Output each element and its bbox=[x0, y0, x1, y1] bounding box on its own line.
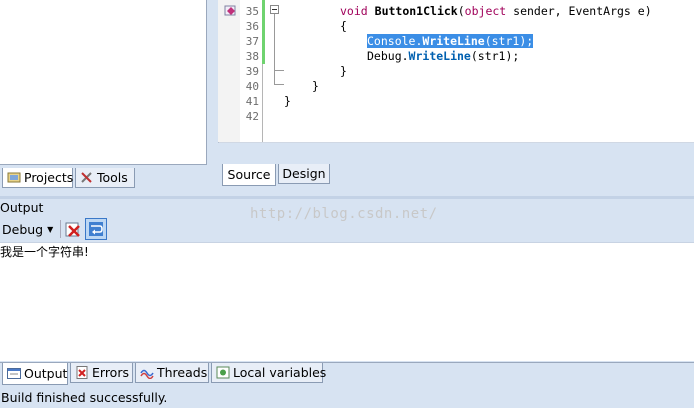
tab-projects-label: Projects bbox=[24, 170, 74, 185]
tab-errors[interactable]: Errors bbox=[70, 363, 133, 383]
fold-guide-end bbox=[274, 84, 284, 85]
output-source-value: Debug bbox=[2, 221, 44, 237]
code-line-41: } bbox=[284, 94, 291, 108]
errors-icon bbox=[75, 366, 89, 379]
project-tree-panel[interactable] bbox=[0, 0, 207, 165]
line-number: 38 bbox=[245, 50, 259, 63]
left-panel-tabs: Projects Tools bbox=[0, 168, 212, 192]
tab-local-variables-label: Local variables bbox=[233, 365, 327, 380]
fold-toggle[interactable] bbox=[270, 5, 279, 14]
clear-output-button[interactable] bbox=[64, 219, 84, 239]
editor-gutter[interactable] bbox=[218, 0, 240, 142]
line-number: 42 bbox=[245, 110, 259, 123]
output-text-area[interactable] bbox=[0, 242, 694, 361]
word-wrap-icon bbox=[89, 222, 103, 236]
tab-errors-label: Errors bbox=[92, 365, 129, 380]
output-icon bbox=[7, 367, 21, 380]
clear-output-icon bbox=[65, 222, 80, 237]
threads-icon bbox=[140, 366, 154, 380]
output-source-dropdown[interactable]: Debug ▼ bbox=[2, 219, 58, 239]
tab-tools-label: Tools bbox=[97, 170, 128, 185]
line-number: 40 bbox=[245, 80, 259, 93]
line-number: 36 bbox=[245, 20, 259, 33]
tools-icon bbox=[80, 171, 94, 184]
output-pane-title: Output bbox=[0, 200, 44, 215]
code-line-39: } bbox=[340, 64, 347, 78]
breakpoint-method-icon[interactable] bbox=[224, 4, 238, 17]
output-toolbar: Debug ▼ bbox=[0, 217, 694, 241]
tab-tools[interactable]: Tools bbox=[75, 168, 135, 188]
code-line-36: { bbox=[340, 19, 347, 33]
tab-source[interactable]: Source bbox=[222, 164, 276, 186]
line-number: 41 bbox=[245, 95, 259, 108]
code-line-38: Debug.WriteLine(str1); bbox=[367, 49, 520, 63]
projects-icon bbox=[7, 171, 21, 184]
chevron-down-icon: ▼ bbox=[47, 224, 54, 234]
code-editor[interactable] bbox=[218, 0, 694, 143]
pane-splitter[interactable] bbox=[0, 196, 694, 199]
output-text: 我是一个字符串! bbox=[0, 245, 89, 259]
tab-output[interactable]: Output bbox=[2, 363, 68, 385]
fold-guide-end bbox=[274, 70, 284, 71]
tab-threads-label: Threads bbox=[157, 365, 208, 380]
local-variables-icon bbox=[216, 366, 230, 379]
tab-local-variables[interactable]: Local variables bbox=[211, 363, 327, 383]
bottom-pad-tabs: Output Errors Threads Local variables bbox=[0, 362, 694, 387]
word-wrap-button[interactable] bbox=[85, 218, 107, 240]
line-number: 35 bbox=[245, 5, 259, 18]
tab-output-label: Output bbox=[24, 366, 68, 381]
tab-projects[interactable]: Projects bbox=[2, 168, 73, 188]
status-text: Build finished successfully. bbox=[1, 390, 168, 405]
tab-design[interactable]: Design bbox=[278, 164, 330, 184]
code-line-35: void Button1Click(object sender, EventAr… bbox=[340, 4, 652, 18]
line-number: 37 bbox=[245, 35, 259, 48]
fold-guide bbox=[274, 14, 275, 84]
line-number: 39 bbox=[245, 65, 259, 78]
tab-threads[interactable]: Threads bbox=[135, 363, 209, 383]
code-line-37: Console.WriteLine(str1); bbox=[367, 34, 534, 48]
toolbar-separator bbox=[60, 220, 61, 238]
editor-view-tabs: Source Design bbox=[218, 164, 694, 188]
changed-lines-bar bbox=[262, 0, 265, 64]
code-line-40: } bbox=[312, 79, 319, 93]
